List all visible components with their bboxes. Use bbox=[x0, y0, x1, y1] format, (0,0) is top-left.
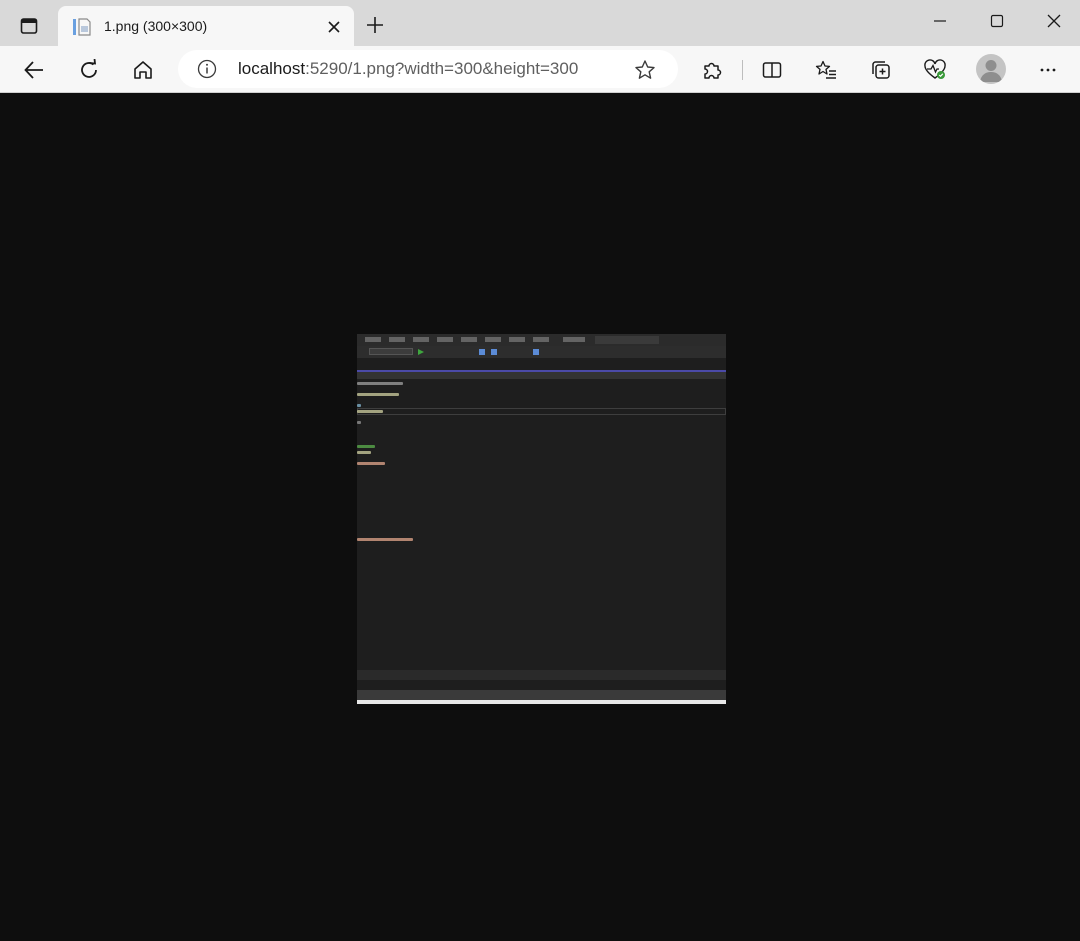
tab-close-button[interactable] bbox=[322, 15, 346, 39]
favorites-list-icon bbox=[815, 59, 837, 81]
address-url[interactable]: localhost:5290/1.png?width=300&height=30… bbox=[238, 59, 578, 79]
split-screen-button[interactable] bbox=[754, 52, 790, 88]
maximize-icon bbox=[990, 14, 1004, 28]
heartbeat-icon bbox=[923, 59, 947, 81]
star-icon bbox=[634, 59, 656, 81]
home-button[interactable] bbox=[125, 52, 161, 88]
url-path: :5290/1.png?width=300&height=300 bbox=[305, 59, 579, 78]
new-tab-button[interactable] bbox=[360, 10, 390, 40]
profile-button[interactable] bbox=[976, 54, 1006, 84]
maximize-button[interactable] bbox=[974, 4, 1020, 38]
address-bar[interactable]: localhost:5290/1.png?width=300&height=30… bbox=[178, 50, 678, 88]
collections-icon bbox=[870, 59, 892, 81]
page-viewport bbox=[0, 94, 1080, 941]
image-file-icon bbox=[72, 17, 92, 37]
puzzle-icon bbox=[701, 59, 723, 81]
ide-output-panel bbox=[357, 670, 726, 680]
minimize-button[interactable] bbox=[917, 4, 963, 38]
ide-statusbar bbox=[357, 690, 726, 700]
plus-icon bbox=[365, 15, 385, 35]
performance-button[interactable] bbox=[917, 52, 953, 88]
tab-title: 1.png (300×300) bbox=[104, 18, 208, 34]
browser-titlebar: 1.png (300×300) bbox=[0, 0, 1080, 46]
minimize-icon bbox=[933, 14, 947, 28]
collections-button[interactable] bbox=[863, 52, 899, 88]
extensions-button[interactable] bbox=[694, 52, 730, 88]
avatar-icon bbox=[976, 54, 1006, 84]
info-icon[interactable] bbox=[196, 58, 218, 80]
tab-actions-icon bbox=[19, 16, 39, 36]
favorites-button[interactable] bbox=[808, 52, 844, 88]
displayed-image bbox=[357, 334, 726, 704]
browser-toolbar: localhost:5290/1.png?width=300&height=30… bbox=[0, 46, 1080, 93]
url-host: localhost bbox=[238, 59, 306, 78]
refresh-button[interactable] bbox=[71, 52, 107, 88]
toolbar-separator bbox=[742, 60, 743, 80]
tab-actions-button[interactable] bbox=[10, 8, 48, 44]
home-icon bbox=[132, 59, 154, 81]
active-tab[interactable]: 1.png (300×300) bbox=[58, 6, 354, 46]
split-screen-icon bbox=[761, 59, 783, 81]
favorite-button[interactable] bbox=[632, 57, 658, 83]
ide-menubar bbox=[357, 334, 726, 346]
more-dots-icon bbox=[1037, 59, 1059, 81]
close-icon bbox=[327, 20, 341, 34]
more-button[interactable] bbox=[1030, 52, 1066, 88]
back-arrow-icon bbox=[23, 59, 45, 81]
back-button[interactable] bbox=[16, 52, 52, 88]
ide-navbar bbox=[357, 372, 726, 379]
window-close-button[interactable] bbox=[1031, 4, 1077, 38]
close-icon bbox=[1046, 13, 1062, 29]
refresh-icon bbox=[78, 59, 100, 81]
